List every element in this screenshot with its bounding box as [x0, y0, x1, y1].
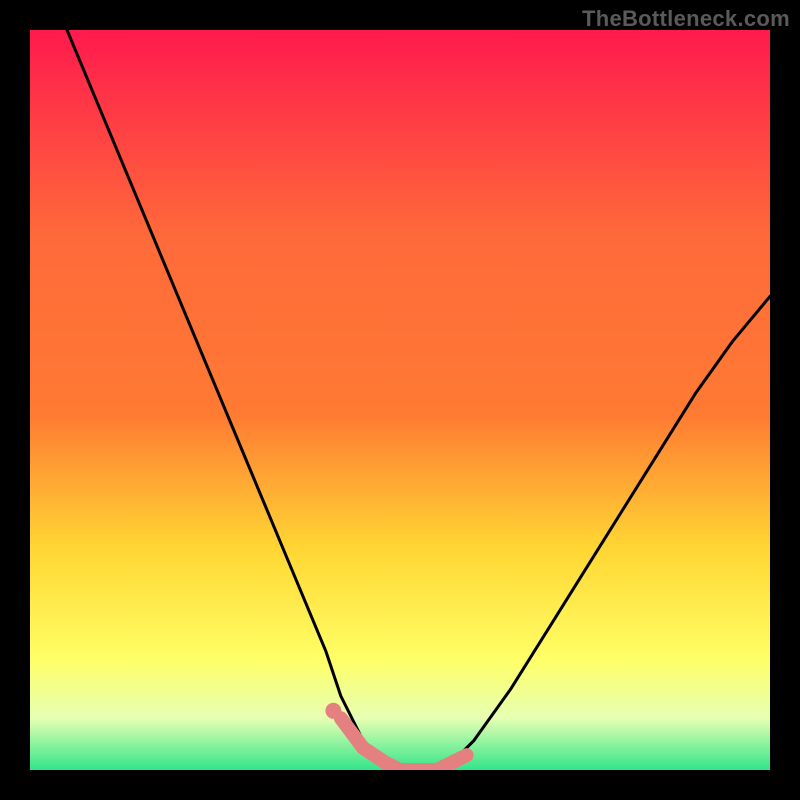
chart-container: TheBottleneck.com	[0, 0, 800, 800]
curve-layer	[30, 30, 770, 770]
plot-area	[30, 30, 770, 770]
optimal-range-dot	[325, 703, 341, 719]
watermark-text: TheBottleneck.com	[582, 6, 790, 32]
optimal-range-highlight	[341, 718, 467, 770]
bottleneck-curve	[67, 30, 770, 770]
